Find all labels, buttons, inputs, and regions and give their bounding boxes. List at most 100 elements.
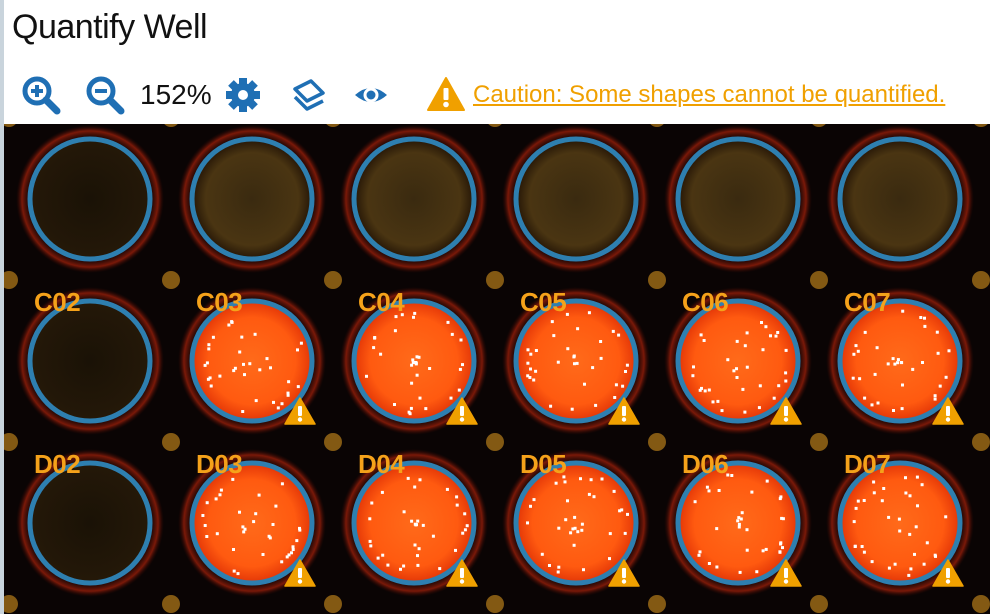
caution-icon	[427, 77, 465, 111]
well-speckle	[730, 474, 734, 477]
well-speckle	[745, 331, 749, 335]
well-speckle	[550, 320, 554, 324]
well-speckle	[570, 407, 574, 411]
well-speckle	[218, 374, 222, 378]
well-speckle	[720, 409, 724, 413]
plate-glow-spot	[648, 433, 666, 451]
warning-icon[interactable]	[608, 397, 640, 425]
well-speckle	[290, 551, 293, 555]
well-speckle	[416, 563, 420, 567]
well-speckle	[580, 522, 584, 526]
warning-icon[interactable]	[770, 559, 802, 587]
well-speckle	[272, 400, 275, 404]
well-plate-image: C02 C03 C04 C05 C06 C07 D02 D03 D04 D05 D06 D07	[4, 124, 990, 614]
well-speckle	[295, 539, 299, 543]
well-speckle	[703, 389, 707, 393]
well-speckle	[750, 490, 754, 494]
well-speckle	[904, 491, 908, 495]
well-speckle	[421, 523, 425, 527]
well-speckle	[618, 509, 622, 513]
well-speckle	[887, 566, 891, 570]
well-speckle	[860, 545, 864, 548]
well-speckle	[576, 530, 580, 534]
warning-icon[interactable]	[932, 559, 964, 587]
well-speckle	[257, 493, 261, 497]
zoom-out-icon	[86, 76, 125, 115]
well-speckle	[557, 565, 561, 569]
well-speckle	[431, 534, 435, 538]
well-speckle	[715, 527, 719, 531]
layers-button[interactable]	[288, 74, 330, 116]
well-speckle	[711, 400, 715, 404]
well-speckle	[566, 347, 570, 351]
warning-icon[interactable]	[284, 397, 316, 425]
well-speckle	[920, 483, 924, 487]
well-speckle	[291, 545, 295, 549]
plate-glow-spot	[648, 271, 666, 289]
well-speckle	[612, 489, 616, 493]
well-speckle	[761, 348, 765, 352]
well-speckle	[896, 361, 899, 365]
well-speckle	[715, 565, 719, 569]
well-speckle	[253, 332, 257, 336]
well-speckle	[566, 499, 569, 503]
plate-glow-spot	[972, 271, 990, 289]
well-speckle	[915, 475, 919, 479]
well-speckle	[760, 321, 763, 324]
well-speckle	[765, 479, 769, 483]
zoom-out-button[interactable]	[84, 74, 126, 116]
well-speckle	[406, 476, 410, 480]
settings-button[interactable]	[222, 74, 264, 116]
well-speckle	[594, 403, 598, 407]
well-speckle	[238, 350, 242, 354]
well-speckle	[205, 501, 209, 505]
well-speckle	[856, 349, 860, 353]
warning-icon[interactable]	[932, 397, 964, 425]
well-speckle	[242, 530, 246, 534]
well-speckle	[901, 383, 904, 387]
well-speckle	[863, 396, 867, 400]
well-speckle	[887, 515, 891, 519]
caution-link[interactable]: Caution: Some shapes cannot be quantifie…	[473, 81, 945, 109]
well-speckle	[415, 373, 419, 377]
well-speckle	[938, 384, 942, 388]
well-speckle	[876, 401, 880, 405]
well-speckle	[589, 478, 593, 482]
well-speckle	[557, 526, 561, 530]
well-speckle	[908, 494, 912, 498]
well-speckle	[565, 312, 569, 316]
well-speckle	[261, 553, 265, 556]
well-speckle	[580, 528, 584, 532]
well-label: D06	[682, 449, 729, 479]
well-speckle	[743, 410, 747, 414]
well-speckle	[893, 562, 897, 566]
warning-icon[interactable]	[608, 559, 640, 587]
well-speckle	[896, 358, 900, 362]
well-speckle	[379, 352, 383, 356]
warning-icon[interactable]	[446, 397, 478, 425]
warning-icon[interactable]	[770, 397, 802, 425]
well-speckle	[428, 367, 432, 370]
well-speckle	[393, 403, 396, 406]
well-speckle	[410, 519, 414, 523]
warning-icon[interactable]	[284, 559, 316, 587]
well-speckle	[465, 524, 469, 528]
well-speckle	[757, 406, 761, 410]
well-speckle	[583, 382, 586, 386]
visibility-button[interactable]	[350, 74, 392, 116]
well-speckle	[741, 387, 745, 391]
well-speckle	[526, 374, 530, 378]
well-speckle	[573, 515, 577, 519]
zoom-in-button[interactable]	[20, 74, 62, 116]
well-speckle	[745, 548, 749, 552]
well-speckle	[556, 360, 560, 364]
well-speckle	[414, 361, 417, 364]
well-speckle	[745, 528, 749, 532]
well-speckle	[207, 347, 211, 351]
well-speckle	[862, 550, 866, 554]
warning-icon[interactable]	[446, 559, 478, 587]
well-speckle	[215, 532, 219, 536]
well-speckle	[897, 517, 901, 521]
well-speckle	[916, 504, 919, 508]
well-speckle	[944, 515, 948, 519]
